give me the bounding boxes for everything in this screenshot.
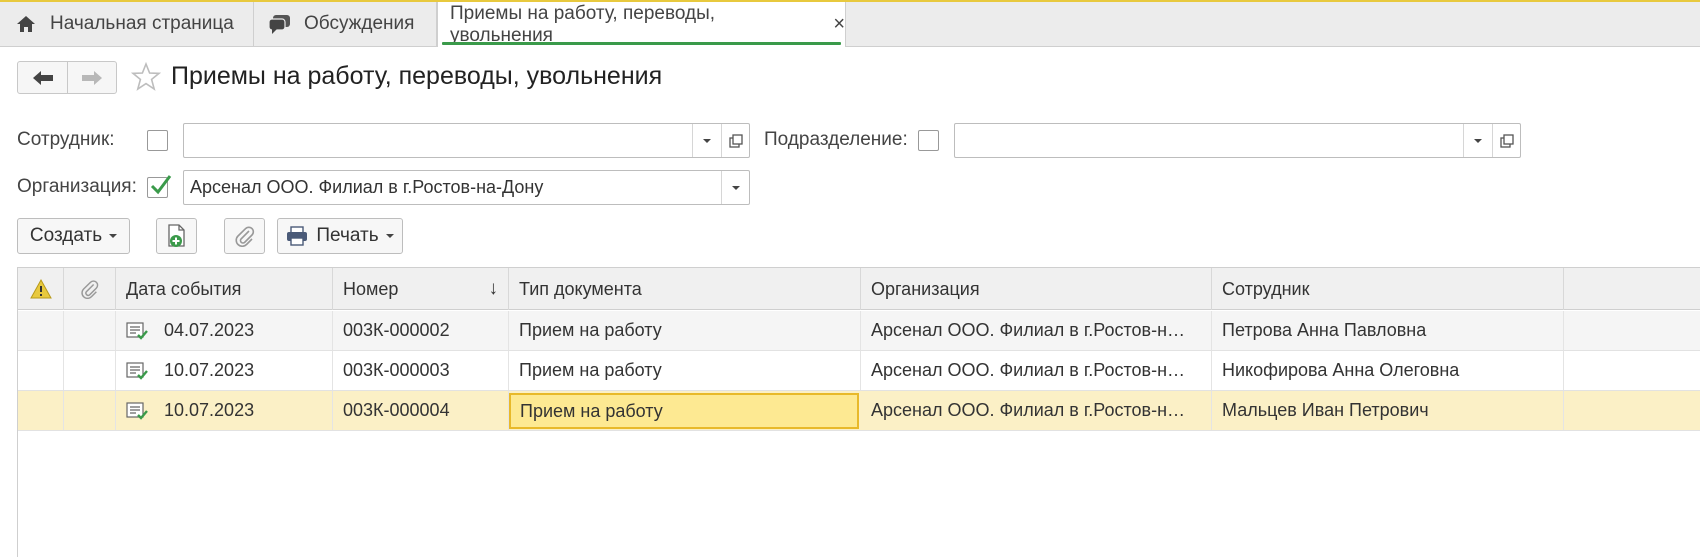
tab-label: Обсуждения [304, 13, 415, 34]
header-number[interactable]: Номер ↓ [333, 268, 509, 310]
posted-document-icon [126, 321, 148, 340]
department-dropdown-button[interactable] [1463, 124, 1491, 157]
row-date-cell: 04.07.2023 [116, 311, 333, 350]
row-organization-cell: Арсенал ООО. Филиал в г.Ростов-н… [861, 311, 1212, 350]
create-based-on-button[interactable] [156, 218, 197, 254]
header-event-date[interactable]: Дата события [116, 268, 333, 310]
employee-filter-field[interactable] [183, 123, 750, 158]
header-attachments-column[interactable] [64, 268, 116, 310]
posted-document-icon [126, 361, 148, 380]
department-filter-label: Подразделение: [764, 129, 908, 150]
row-warning-cell [18, 311, 64, 350]
chat-icon [268, 12, 292, 36]
tab-label: Начальная страница [50, 13, 234, 34]
organization-filter-field[interactable]: Арсенал ООО. Филиал в г.Ростов-на-Дону [183, 170, 750, 205]
tab-discussions[interactable]: Обсуждения [254, 2, 437, 46]
header-warning-column[interactable] [18, 268, 64, 310]
row-employee-cell: Никофирова Анна Олеговна [1212, 351, 1564, 390]
row-warning-cell [18, 351, 64, 390]
department-filter-field[interactable] [954, 123, 1521, 158]
header-number-label: Номер [343, 278, 399, 299]
header-employee[interactable]: Сотрудник [1212, 268, 1564, 310]
checkmark-icon [150, 175, 172, 195]
active-tab-indicator [442, 42, 841, 45]
row-date-cell: 10.07.2023 [116, 391, 333, 430]
row-number-cell: 003К-000003 [333, 351, 509, 390]
row-date: 10.07.2023 [164, 360, 255, 380]
row-number-cell: 003К-000004 [333, 391, 509, 430]
table-row[interactable]: 04.07.2023 003К-000002 Прием на работу А… [18, 311, 1700, 351]
row-date-cell: 10.07.2023 [116, 351, 333, 390]
employee-filter-label: Сотрудник: [17, 129, 115, 150]
home-icon [14, 12, 38, 36]
open-form-icon [1499, 133, 1514, 148]
row-date: 04.07.2023 [164, 320, 255, 340]
row-attachments-cell [64, 391, 116, 430]
tab-hiring-transfers-dismissals[interactable]: Приемы на работу, переводы, увольнения × [437, 2, 846, 47]
documents-table: Дата события Номер ↓ Тип документа Орган… [17, 267, 1700, 557]
attachments-button[interactable] [224, 218, 265, 254]
organization-filter-label: Организация: [17, 176, 137, 197]
row-number-cell: 003К-000002 [333, 311, 509, 350]
row-organization-cell: Арсенал ООО. Филиал в г.Ростов-н… [861, 351, 1212, 390]
row-doc-type-cell-focused[interactable]: Прием на работу [509, 393, 859, 429]
header-organization[interactable]: Организация [861, 268, 1212, 310]
chevron-down-icon [1473, 138, 1482, 143]
organization-filter-value: Арсенал ООО. Филиал в г.Ростов-на-Дону [190, 177, 544, 197]
employee-filter-checkbox[interactable] [147, 130, 168, 151]
printer-icon [287, 226, 308, 246]
posted-document-icon [126, 401, 148, 420]
chevron-down-icon [702, 138, 711, 143]
row-doc-type-cell: Прием на работу [509, 311, 861, 350]
paperclip-icon [235, 226, 254, 247]
row-organization: Арсенал ООО. Филиал в г.Ростов-н… [871, 360, 1186, 380]
row-employee-cell: Мальцев Иван Петрович [1212, 391, 1564, 430]
header-document-type[interactable]: Тип документа [509, 268, 861, 310]
row-warning-cell [18, 391, 64, 430]
tab-label: Приемы на работу, переводы, увольнения [450, 2, 716, 46]
tab-strip: Начальная страница Обсуждения Приемы на … [0, 0, 1700, 47]
tab-home[interactable]: Начальная страница [0, 2, 254, 46]
row-date: 10.07.2023 [164, 400, 255, 420]
forward-button[interactable] [67, 62, 116, 93]
row-organization: Арсенал ООО. Филиал в г.Ростов-н… [871, 400, 1186, 420]
print-button-label: Печать [316, 225, 379, 246]
history-navigation [17, 61, 117, 94]
department-filter-checkbox[interactable] [918, 130, 939, 151]
open-form-icon [728, 133, 743, 148]
organization-dropdown-button[interactable] [721, 171, 749, 204]
create-button-label: Создать [29, 225, 103, 246]
table-header: Дата события Номер ↓ Тип документа Орган… [18, 267, 1700, 310]
table-row-selected[interactable]: 10.07.2023 003К-000004 Прием на работу А… [18, 391, 1700, 431]
create-button[interactable]: Создать [17, 218, 130, 254]
row-employee-cell: Петрова Анна Павловна [1212, 311, 1564, 350]
chevron-down-icon [385, 234, 394, 238]
chevron-down-icon [109, 234, 118, 238]
print-button[interactable]: Печать [277, 218, 403, 254]
arrow-right-icon [82, 70, 102, 85]
arrow-left-icon [32, 70, 53, 85]
favorite-star-icon[interactable] [130, 61, 162, 92]
new-document-icon [167, 224, 185, 247]
row-organization: Арсенал ООО. Филиал в г.Ростов-н… [871, 320, 1186, 340]
row-organization-cell: Арсенал ООО. Филиал в г.Ростов-н… [861, 391, 1212, 430]
sort-descending-icon: ↓ [488, 278, 499, 299]
back-button[interactable] [18, 62, 67, 93]
chevron-down-icon [731, 185, 740, 190]
department-open-button[interactable] [1492, 124, 1520, 157]
page-title: Приемы на работу, переводы, увольнения [171, 62, 663, 90]
row-attachments-cell [64, 311, 116, 350]
close-tab-icon[interactable]: × [833, 13, 845, 36]
row-doc-type-cell: Прием на работу [509, 351, 861, 390]
row-attachments-cell [64, 351, 116, 390]
employee-dropdown-button[interactable] [692, 124, 720, 157]
table-row[interactable]: 10.07.2023 003К-000003 Прием на работу А… [18, 351, 1700, 391]
paperclip-icon [80, 280, 98, 299]
organization-filter-checkbox[interactable] [147, 175, 172, 198]
warning-icon [29, 279, 52, 299]
employee-open-button[interactable] [721, 124, 749, 157]
